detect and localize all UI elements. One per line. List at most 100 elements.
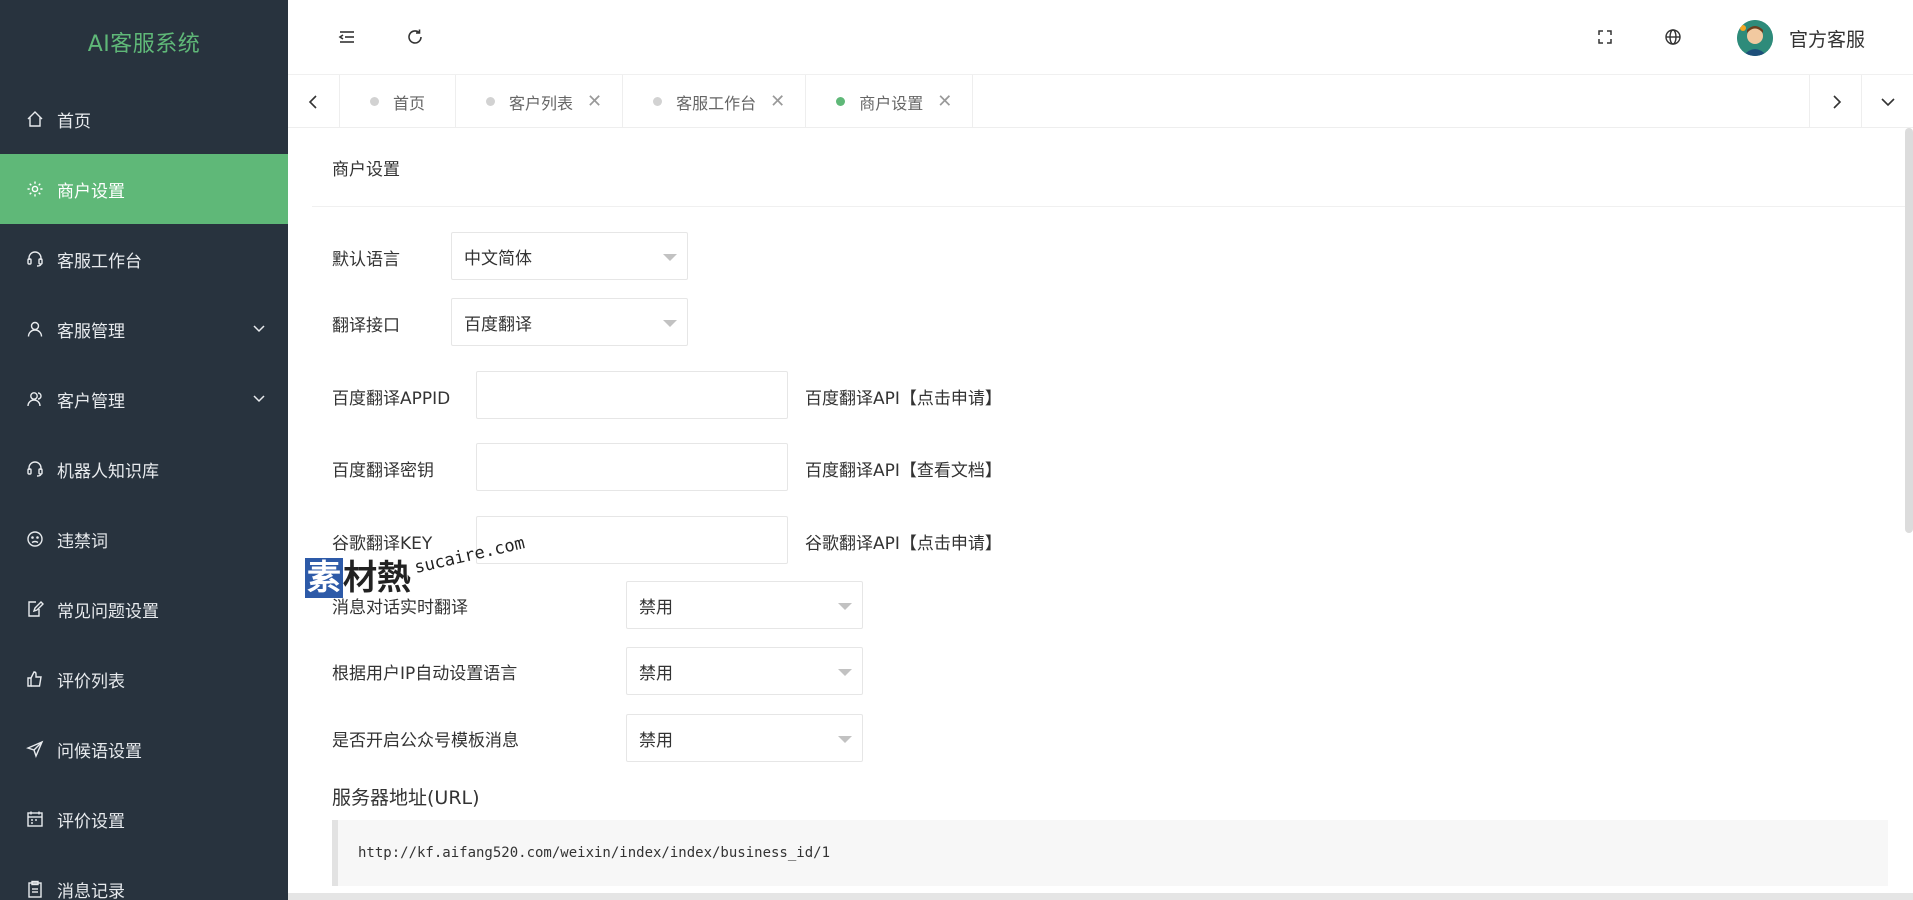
wechat-template-label: 是否开启公众号模板消息	[332, 731, 519, 751]
chevron-down-icon	[663, 254, 677, 261]
ip-language-value: 禁用	[639, 663, 673, 684]
translate-api-value: 百度翻译	[464, 314, 532, 335]
default-language-select[interactable]: 中文简体	[451, 232, 688, 280]
translate-api-select[interactable]: 百度翻译	[451, 298, 688, 346]
sidebar-item-label: 常见问题设置	[57, 601, 159, 622]
users-icon	[25, 389, 45, 409]
sidebar-item-label: 客户管理	[57, 391, 125, 412]
chevron-down-icon	[252, 321, 266, 335]
user-menu[interactable]: 官方客服	[1736, 20, 1865, 56]
chevron-down-icon	[838, 603, 852, 610]
google-apply-link[interactable]: 谷歌翻译API【点击申请】	[805, 529, 1002, 554]
tab-label: 首页	[393, 93, 426, 113]
tab[interactable]: 客服工作台 ✕	[623, 75, 807, 128]
sidebar-item[interactable]: 消息记录	[0, 854, 288, 900]
sidebar-item[interactable]: 商户设置	[0, 154, 288, 224]
baidu-secret-input[interactable]	[476, 443, 788, 491]
sidebar-item[interactable]: 客服工作台	[0, 224, 288, 294]
sidebar-item[interactable]: 首页	[0, 84, 288, 154]
tab[interactable]: 商户设置 ✕	[806, 75, 974, 128]
tab-bar: 首页 客户列表 ✕ 客服工作台 ✕ 商户设置 ✕	[288, 75, 1913, 128]
chevron-down-icon	[663, 320, 677, 327]
tab-label: 客户列表	[509, 93, 574, 113]
settings-card: 商户设置 默认语言 中文简体 翻译接口 百度翻译 百度翻译APPID 百度翻译A…	[312, 128, 1907, 900]
sidebar-nav: 首页商户设置客服工作台客服管理客户管理机器人知识库 违禁词常见问题设置 评价列表问候…	[0, 84, 288, 900]
tab-controls	[1809, 75, 1913, 128]
close-icon[interactable]: ✕	[937, 91, 952, 112]
sidebar-item[interactable]: 评价列表	[0, 644, 288, 714]
ip-language-select[interactable]: 禁用	[626, 647, 863, 695]
tab[interactable]: 客户列表 ✕	[456, 75, 624, 128]
server-url-box: http://kf.aifang520.com/weixin/index/ind…	[332, 820, 1888, 886]
vertical-scrollbar[interactable]	[1905, 128, 1913, 533]
sidebar-item-label: 客服管理	[57, 321, 125, 342]
sidebar-item-label: 评价设置	[57, 811, 125, 832]
tab-label: 客服工作台	[676, 93, 757, 113]
sidebar-item-label: 机器人知识库	[57, 461, 159, 482]
headset-icon	[25, 249, 45, 269]
wechat-template-select[interactable]: 禁用	[626, 714, 863, 762]
baidu-appid-input[interactable]	[476, 371, 788, 419]
chevron-down-icon	[252, 391, 266, 405]
tab-menu-chevron-down-icon[interactable]	[1861, 75, 1913, 128]
chevron-down-icon	[838, 669, 852, 676]
sidebar-item[interactable]: 常见问题设置	[0, 574, 288, 644]
tab-status-dot	[370, 97, 379, 106]
tab-label: 商户设置	[859, 93, 924, 113]
baidu-secret-label: 百度翻译密钥	[332, 461, 434, 481]
watermark-cn-rest: 材熱	[343, 558, 411, 598]
sidebar-item-label: 问候语设置	[57, 741, 142, 762]
sidebar-item-label: 客服工作台	[57, 251, 142, 272]
user-icon	[25, 319, 45, 339]
tab-status-dot	[836, 97, 846, 106]
gear-icon	[25, 179, 45, 199]
clipboard-icon	[25, 879, 45, 899]
sidebar-item[interactable]: 违禁词	[0, 504, 288, 574]
menu-collapse-icon[interactable]	[334, 24, 360, 50]
sidebar-item-label: 评价列表	[57, 671, 125, 692]
sidebar-item-label: 违禁词	[57, 531, 108, 552]
calendar-icon	[25, 809, 45, 829]
ip-language-label: 根据用户IP自动设置语言	[332, 664, 518, 684]
horizontal-scrollbar[interactable]	[288, 893, 1913, 900]
thumb-icon	[25, 669, 45, 689]
refresh-icon[interactable]	[402, 24, 428, 50]
tab-status-dot	[653, 97, 663, 106]
sidebar-item[interactable]: 评价设置	[0, 784, 288, 854]
chevron-down-icon	[838, 736, 852, 743]
tab[interactable]: 首页	[340, 75, 457, 128]
server-url-label: 服务器地址(URL)	[332, 787, 480, 809]
watermark-cn: 素材熱	[305, 550, 411, 599]
sidebar-item-label: 首页	[57, 111, 91, 132]
sidebar-item-label: 商户设置	[57, 181, 125, 202]
realtime-translate-value: 禁用	[639, 597, 673, 618]
default-language-label: 默认语言	[332, 250, 400, 270]
fullscreen-icon[interactable]	[1592, 24, 1618, 50]
headset-icon	[25, 459, 45, 479]
top-header: 官方客服	[288, 0, 1913, 75]
face-icon	[25, 529, 45, 549]
sidebar-item[interactable]: 机器人知识库	[0, 434, 288, 504]
default-language-value: 中文简体	[464, 248, 532, 269]
tab-status-dot	[486, 97, 496, 106]
wechat-template-value: 禁用	[639, 730, 673, 751]
sidebar-item[interactable]: 客服管理	[0, 294, 288, 364]
translate-api-label: 翻译接口	[332, 316, 400, 336]
tab-list: 首页 客户列表 ✕ 客服工作台 ✕ 商户设置 ✕	[340, 75, 974, 128]
watermark-logo: 素材熱 sucaire.com	[305, 533, 545, 608]
globe-icon[interactable]	[1660, 24, 1686, 50]
tab-scroll-right-icon[interactable]	[1809, 75, 1861, 128]
baidu-appid-label: 百度翻译APPID	[332, 389, 451, 409]
close-icon[interactable]: ✕	[770, 91, 785, 112]
home-icon	[25, 109, 45, 129]
sidebar-item[interactable]: 客户管理	[0, 364, 288, 434]
tab-scroll-left-icon[interactable]	[288, 75, 340, 128]
avatar	[1736, 20, 1773, 56]
baidu-docs-link[interactable]: 百度翻译API【查看文档】	[805, 456, 1002, 481]
close-icon[interactable]: ✕	[587, 91, 602, 112]
baidu-appid-apply-link[interactable]: 百度翻译API【点击申请】	[805, 384, 1002, 409]
sidebar-item[interactable]: 问候语设置	[0, 714, 288, 784]
edit-icon	[25, 599, 45, 619]
realtime-translate-select[interactable]: 禁用	[626, 581, 863, 629]
sidebar: AI客服系统 首页 商户设置 客服工作台 客服管理 客户管理 机器人知识库 违禁词 常见问题设…	[0, 0, 288, 900]
